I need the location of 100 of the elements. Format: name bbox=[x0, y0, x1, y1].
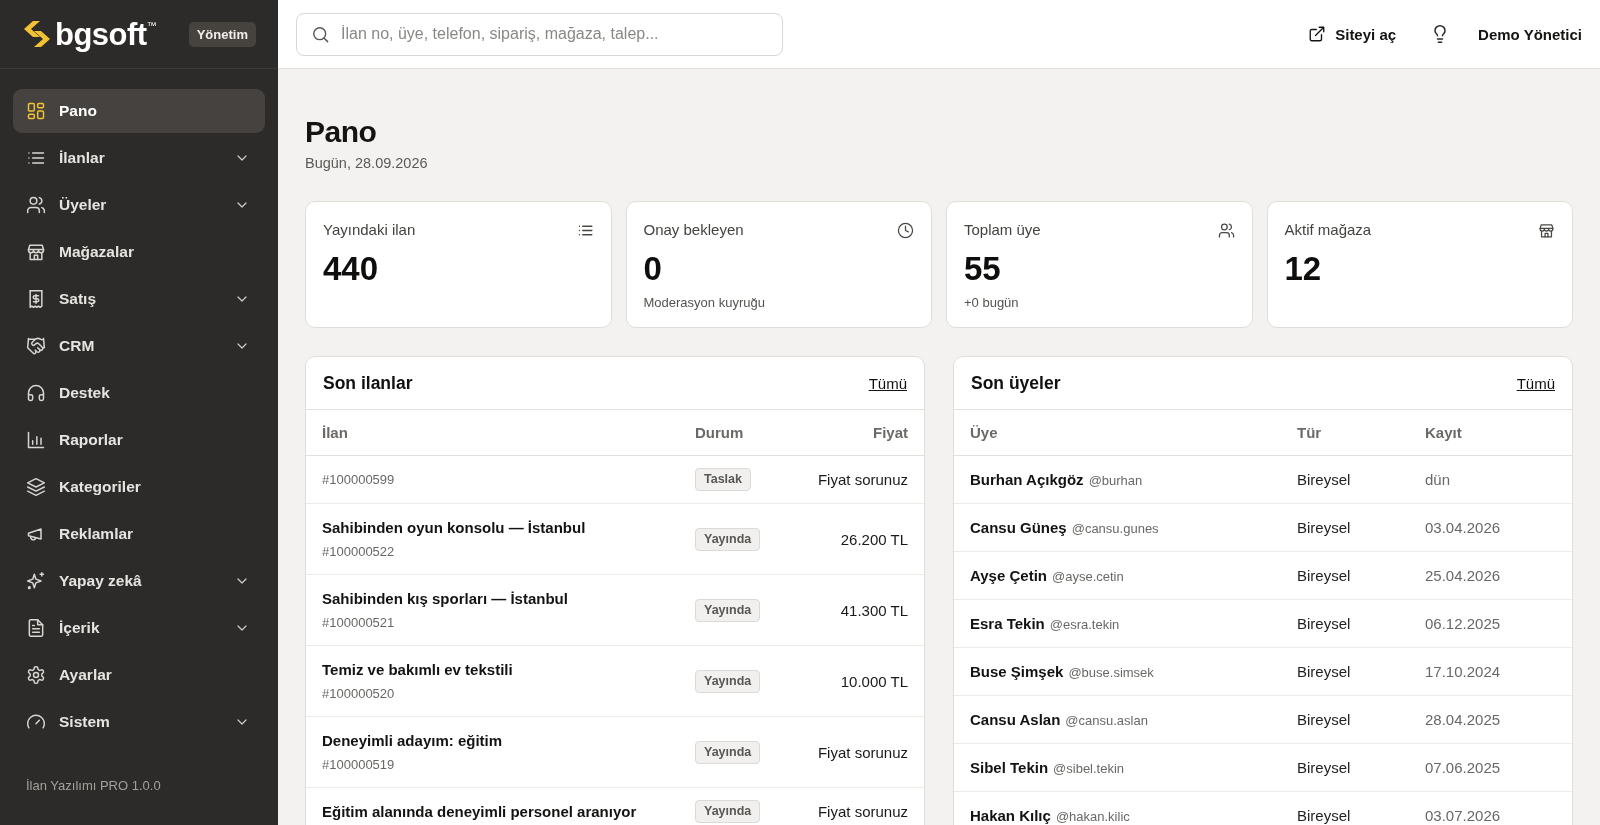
stat-label: Aktif mağaza bbox=[1284, 220, 1372, 240]
member-type: Bireysel bbox=[1297, 615, 1352, 632]
headset-icon bbox=[26, 383, 46, 403]
registration-date: 17.10.2024 bbox=[1425, 663, 1502, 680]
member-username: @ayse.cetin bbox=[1052, 569, 1124, 584]
search-icon bbox=[311, 24, 330, 44]
price-text: 26.200 TL bbox=[839, 530, 908, 548]
brand-name: bgsoft bbox=[55, 18, 147, 50]
sidebar-item[interactable]: Yapay zekâ bbox=[13, 559, 265, 603]
status-badge: Yayında bbox=[695, 800, 761, 823]
member-name: Burhan Açıkgöz bbox=[970, 471, 1084, 488]
member-username: @buse.simsek bbox=[1068, 665, 1154, 680]
panel-title: Son ilanlar bbox=[323, 372, 413, 394]
member-username: @cansu.gunes bbox=[1071, 521, 1159, 536]
layers-icon bbox=[26, 477, 46, 497]
sidebar-item[interactable]: Reklamlar bbox=[13, 512, 265, 556]
sidebar-item[interactable]: Destek bbox=[13, 371, 265, 415]
sidebar-item[interactable]: Satış bbox=[13, 277, 265, 321]
registration-date: dün bbox=[1425, 471, 1452, 488]
listing-title: Temiz ve bakımlı ev tekstili bbox=[322, 659, 514, 680]
store-icon bbox=[1538, 221, 1555, 239]
stat-label: Yayındaki ilan bbox=[323, 220, 416, 240]
stat-value: 0 bbox=[643, 251, 663, 287]
column-header: Üye bbox=[970, 424, 999, 441]
sidebar-item[interactable]: Kategoriler bbox=[13, 465, 265, 509]
view-all-link[interactable]: Tümü bbox=[868, 374, 907, 392]
price-text: Fiyat sorunuz bbox=[816, 803, 908, 820]
member-name: Ayşe Çetin bbox=[970, 567, 1047, 584]
member-type: Bireysel bbox=[1297, 711, 1352, 728]
status-badge: Yayında bbox=[695, 669, 761, 693]
sidebar-item[interactable]: Sistem bbox=[13, 700, 265, 744]
stat-value: 55 bbox=[964, 251, 1002, 287]
search-field[interactable]: İlan no, üye, telefon, sipariş, mağaza, talep... bbox=[296, 12, 783, 56]
gauge-icon bbox=[26, 712, 46, 732]
stat-label: Toplam üye bbox=[964, 220, 1041, 240]
sidebar-item[interactable]: Üyeler bbox=[13, 183, 265, 227]
member-name: Cansu Aslan bbox=[970, 711, 1061, 728]
status-badge: Taslak bbox=[695, 468, 751, 491]
external-link-icon bbox=[1308, 25, 1327, 43]
member-type: Bireysel bbox=[1297, 663, 1352, 680]
users-icon bbox=[1217, 221, 1235, 239]
column-header: Durum bbox=[695, 424, 745, 441]
member-name: Sibel Tekin bbox=[970, 759, 1049, 776]
member-type: Bireysel bbox=[1297, 471, 1352, 488]
registration-date: 06.12.2025 bbox=[1425, 615, 1502, 632]
member-name: Buse Şimşek bbox=[970, 663, 1064, 680]
member-username: @hakan.kilic bbox=[1055, 809, 1130, 824]
handshake-icon bbox=[26, 336, 46, 356]
member-type: Bireysel bbox=[1297, 807, 1352, 824]
status-badge: Yayında bbox=[695, 598, 761, 622]
price-text: Fiyat sorunuz bbox=[816, 471, 908, 488]
sparkle-icon bbox=[26, 571, 46, 591]
store-icon bbox=[26, 242, 46, 262]
sidebar-item[interactable]: CRM bbox=[13, 324, 265, 368]
dashboard-icon bbox=[26, 101, 46, 121]
listing-title: Sahibinden oyun konsolu — İstanbul bbox=[322, 517, 587, 538]
trademark-symbol: ™ bbox=[146, 20, 157, 31]
member-name: Hakan Kılıç bbox=[970, 807, 1051, 824]
version-text: İlan Yazılımı PRO 1.0.0 bbox=[25, 778, 162, 795]
document-icon bbox=[26, 618, 46, 638]
user-menu[interactable]: Demo Yönetici bbox=[1478, 25, 1582, 43]
column-header: Fiyat bbox=[872, 424, 908, 441]
listing-title: Sahibinden kış sporları — İstanbul bbox=[322, 588, 569, 609]
stat-note: Moderasyon kuyruğu bbox=[643, 294, 766, 312]
listing-title: Eğitim alanında deneyimli personel aranıyor bbox=[322, 801, 638, 822]
sidebar-item[interactable]: İçerik bbox=[13, 606, 265, 650]
column-header: İlan bbox=[322, 424, 349, 441]
sidebar-item[interactable]: Ayarlar bbox=[13, 653, 265, 697]
member-name: Cansu Güneş bbox=[970, 519, 1067, 536]
listing-number: #100000521 bbox=[322, 613, 396, 632]
price-text: 10.000 TL bbox=[839, 672, 908, 690]
status-badge: Yayında bbox=[695, 527, 761, 551]
sidebar-item[interactable]: İlanlar bbox=[13, 136, 265, 180]
member-type: Bireysel bbox=[1297, 519, 1352, 536]
member-type: Bireysel bbox=[1297, 759, 1352, 776]
settings-icon bbox=[26, 665, 46, 685]
stat-value: 440 bbox=[323, 251, 380, 287]
price-text: Fiyat sorunuz bbox=[816, 743, 908, 761]
page-title: Pano bbox=[305, 115, 378, 149]
sidebar-item[interactable]: Mağazalar bbox=[13, 230, 265, 274]
date-text: Bugün, 28.09.2026 bbox=[305, 154, 429, 173]
sidebar-item[interactable]: Pano bbox=[13, 89, 265, 133]
column-header: Tür bbox=[1297, 424, 1323, 441]
registration-date: 03.04.2026 bbox=[1425, 519, 1502, 536]
sidebar-item[interactable]: Raporlar bbox=[13, 418, 265, 462]
member-type: Bireysel bbox=[1297, 567, 1352, 584]
registration-date: 25.04.2026 bbox=[1425, 567, 1502, 584]
view-all-link[interactable]: Tümü bbox=[1516, 374, 1555, 392]
stat-note: +0 bugün bbox=[964, 294, 1020, 312]
listing-title: Deneyimli adayım: eğitim bbox=[322, 730, 504, 751]
member-username: @sibel.tekin bbox=[1053, 761, 1125, 776]
receipt-icon bbox=[26, 289, 46, 309]
listing-number: #100000519 bbox=[322, 755, 396, 774]
listing-number: #100000599 bbox=[322, 470, 396, 489]
price-text: 41.300 TL bbox=[839, 601, 908, 619]
member-username: @esra.tekin bbox=[1049, 617, 1120, 632]
stat-label: Onay bekleyen bbox=[643, 220, 744, 240]
panel-title: Son üyeler bbox=[971, 372, 1061, 394]
member-username: @burhan bbox=[1088, 473, 1143, 488]
open-site-link[interactable]: Siteyi aç bbox=[1308, 25, 1397, 43]
